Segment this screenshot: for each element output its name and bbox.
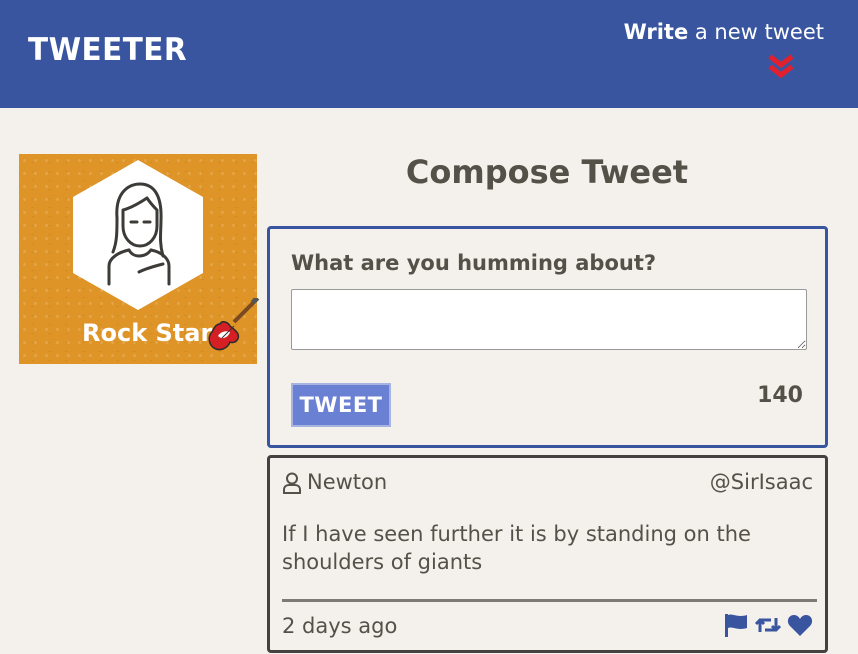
tweet-author-handle: @SirIsaac xyxy=(709,470,813,494)
compose-title: Compose Tweet xyxy=(405,153,689,191)
top-nav: TWEETER Write a new tweet xyxy=(0,0,858,108)
profile-name: Rock Star xyxy=(82,319,213,347)
write-new-tweet-link[interactable]: Write a new tweet xyxy=(624,20,824,44)
flag-icon[interactable] xyxy=(723,612,749,638)
profile-card: Rock Star xyxy=(19,154,260,364)
guitar-icon xyxy=(208,298,260,351)
write-label-rest: a new tweet xyxy=(688,20,824,44)
tweet-author-name: Newton xyxy=(307,470,388,494)
tweet-timestamp: 2 days ago xyxy=(282,614,398,638)
tweet-actions xyxy=(723,612,813,640)
retweet-icon[interactable] xyxy=(755,612,781,638)
compose-form: What are you humming about? TWEET 140 xyxy=(267,226,828,448)
tweet-card: Newton @SirIsaac If I have seen further … xyxy=(267,455,828,653)
write-label-strong: Write xyxy=(623,20,689,44)
user-icon xyxy=(283,472,301,494)
tweet-divider xyxy=(282,599,817,602)
char-counter: 140 xyxy=(757,383,803,408)
compose-label: What are you humming about? xyxy=(291,251,657,275)
tweet-text: If I have seen further it is by standing… xyxy=(282,522,751,574)
brand-logo[interactable]: TWEETER xyxy=(28,32,187,68)
tweet-submit-button[interactable]: TWEET xyxy=(291,383,391,427)
heart-icon[interactable] xyxy=(787,612,813,638)
double-chevron-down-icon[interactable] xyxy=(766,54,796,82)
tweet-textarea[interactable] xyxy=(291,289,807,350)
user-avatar-icon xyxy=(107,182,171,286)
